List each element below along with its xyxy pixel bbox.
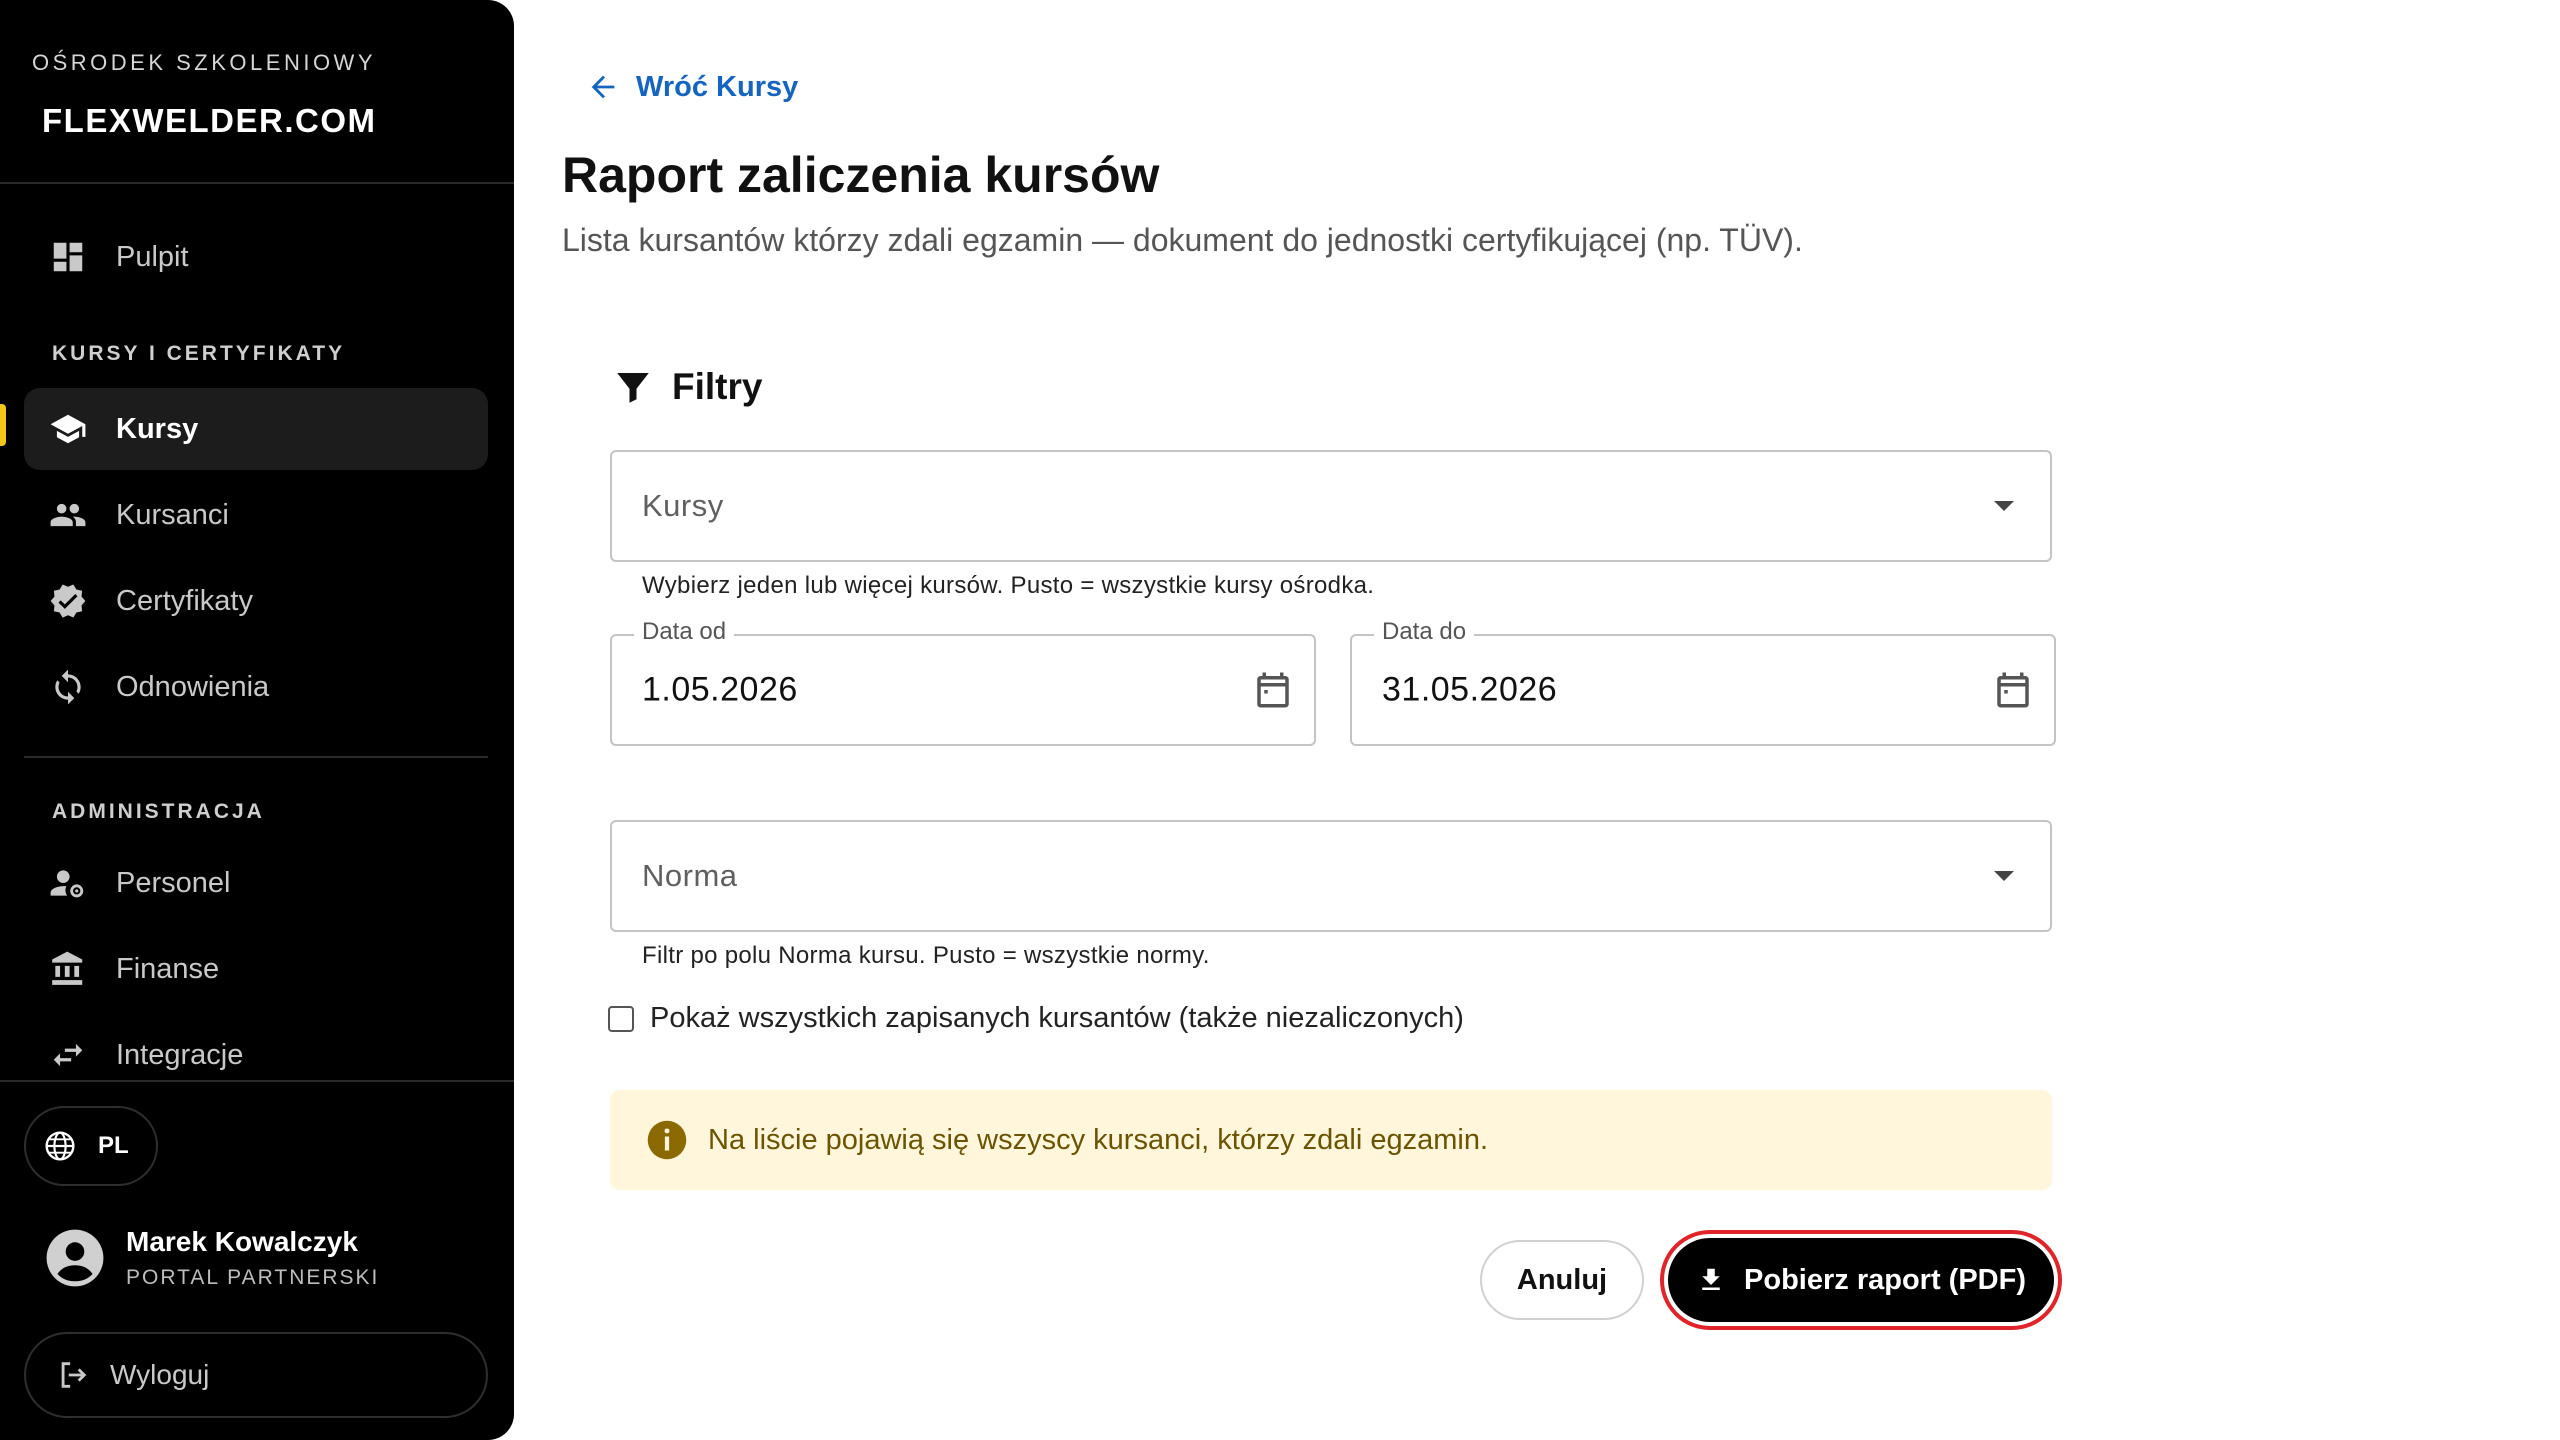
- info-alert-text: Na liście pojawią się wszyscy kursanci, …: [708, 1123, 1489, 1156]
- date-to-value: 31.05.2026: [1382, 670, 1558, 709]
- sidebar-item-dashboard[interactable]: Pulpit: [24, 216, 488, 298]
- page-title: Raport zaliczenia kursów: [562, 147, 1160, 203]
- avatar: [46, 1229, 104, 1287]
- arrow-left-icon: [591, 75, 615, 99]
- cancel-button[interactable]: Anuluj: [1480, 1240, 1644, 1320]
- norm-helper-text: Filtr po polu Norma kursu. Pusto = wszys…: [642, 942, 1210, 969]
- sidebar-item-label: Personel: [116, 866, 231, 899]
- logout-icon: [61, 1362, 87, 1388]
- refresh-icon: [32, 668, 104, 706]
- user-role: PORTAL PARTNERSKI: [126, 1266, 380, 1289]
- date-from-field[interactable]: Data od 1.05.2026: [610, 618, 1316, 746]
- sidebar-item-courses[interactable]: Kursy: [24, 388, 488, 470]
- logout-label: Wyloguj: [110, 1359, 210, 1390]
- courses-helper-text: Wybierz jeden lub więcej kursów. Pusto =…: [642, 572, 1375, 599]
- user-profile[interactable]: Marek Kowalczyk PORTAL PARTNERSKI: [44, 1226, 379, 1290]
- verified-badge-icon: [32, 582, 104, 620]
- sidebar-item-certificates[interactable]: Certyfikaty: [24, 560, 488, 642]
- language-switcher[interactable]: PL: [24, 1106, 158, 1186]
- calendar-icon[interactable]: [1252, 669, 1294, 711]
- download-pdf-button[interactable]: Pobierz raport (PDF): [1668, 1238, 2054, 1322]
- date-from-label: Data od: [634, 618, 735, 646]
- section-label-courses: KURSY I CERTYFIKATY: [52, 342, 346, 365]
- back-link-label: Wróć Kursy: [636, 70, 799, 103]
- show-all-checkbox[interactable]: [608, 1005, 634, 1032]
- sidebar-item-label: Integracje: [116, 1038, 244, 1071]
- bank-icon: [32, 950, 104, 988]
- filters-title: Filtry: [672, 366, 763, 407]
- download-pdf-label: Pobierz raport (PDF): [1744, 1263, 2026, 1296]
- back-link[interactable]: Wróć Kursy: [586, 70, 798, 104]
- brand-subtitle: OŚRODEK SZKOLENIOWY: [32, 50, 376, 75]
- courses-placeholder: Kursy: [642, 488, 724, 523]
- show-all-checkbox-row[interactable]: Pokaż wszystkich zapisanych kursantów (t…: [608, 1002, 1464, 1035]
- sidebar-divider: [0, 1080, 514, 1082]
- date-to-label: Data do: [1374, 618, 1475, 646]
- show-all-checkbox-label: Pokaż wszystkich zapisanych kursantów (t…: [650, 1002, 1464, 1034]
- sidebar-item-staff[interactable]: Personel: [24, 842, 488, 924]
- section-label-admin: ADMINISTRACJA: [52, 800, 265, 823]
- sidebar-divider: [0, 182, 514, 184]
- date-to-field[interactable]: Data do 31.05.2026: [1350, 618, 2056, 746]
- sidebar-item-finance[interactable]: Finanse: [24, 928, 488, 1010]
- sidebar-divider: [24, 756, 488, 758]
- dashboard-icon: [32, 238, 104, 276]
- logout-button[interactable]: Wyloguj: [24, 1332, 488, 1418]
- calendar-icon[interactable]: [1992, 669, 2034, 711]
- sidebar-item-label: Certyfikaty: [116, 584, 253, 617]
- user-name: Marek Kowalczyk: [126, 1226, 358, 1257]
- norm-select[interactable]: Norma: [610, 820, 2052, 932]
- sidebar-item-renewals[interactable]: Odnowienia: [24, 646, 488, 728]
- staff-settings-icon: [32, 864, 104, 902]
- page-subtitle: Lista kursantów którzy zdali egzamin — d…: [562, 222, 1803, 258]
- filters-heading: Filtry: [612, 366, 762, 408]
- sidebar: OŚRODEK SZKOLENIOWY FLEXWELDER.COM Pulpi…: [0, 0, 514, 1440]
- sidebar-item-integrations[interactable]: Integracje: [24, 1014, 488, 1096]
- date-from-value: 1.05.2026: [642, 670, 798, 709]
- globe-icon: [45, 1131, 75, 1161]
- people-icon: [32, 496, 104, 534]
- graduation-cap-icon: [32, 410, 104, 448]
- active-indicator: [0, 404, 6, 446]
- sidebar-item-label: Finanse: [116, 952, 220, 985]
- chevron-down-icon: [1994, 501, 2014, 511]
- sidebar-item-label: Odnowienia: [116, 670, 270, 703]
- courses-select[interactable]: Kursy: [610, 450, 2052, 562]
- norm-placeholder: Norma: [642, 858, 738, 893]
- language-label: PL: [98, 1132, 129, 1159]
- info-icon: [647, 1120, 687, 1160]
- sidebar-item-label: Kursy: [116, 412, 199, 445]
- sidebar-item-label: Kursanci: [116, 498, 229, 531]
- info-alert: Na liście pojawią się wszyscy kursanci, …: [610, 1090, 2052, 1190]
- filter-icon: [617, 373, 649, 403]
- download-icon: [1702, 1268, 1720, 1290]
- chevron-down-icon: [1994, 871, 2014, 881]
- sidebar-item-label: Pulpit: [116, 240, 189, 273]
- brand-logo[interactable]: FLEXWELDER.COM: [42, 102, 376, 140]
- swap-arrows-icon: [32, 1036, 104, 1074]
- sidebar-item-trainees[interactable]: Kursanci: [24, 474, 488, 556]
